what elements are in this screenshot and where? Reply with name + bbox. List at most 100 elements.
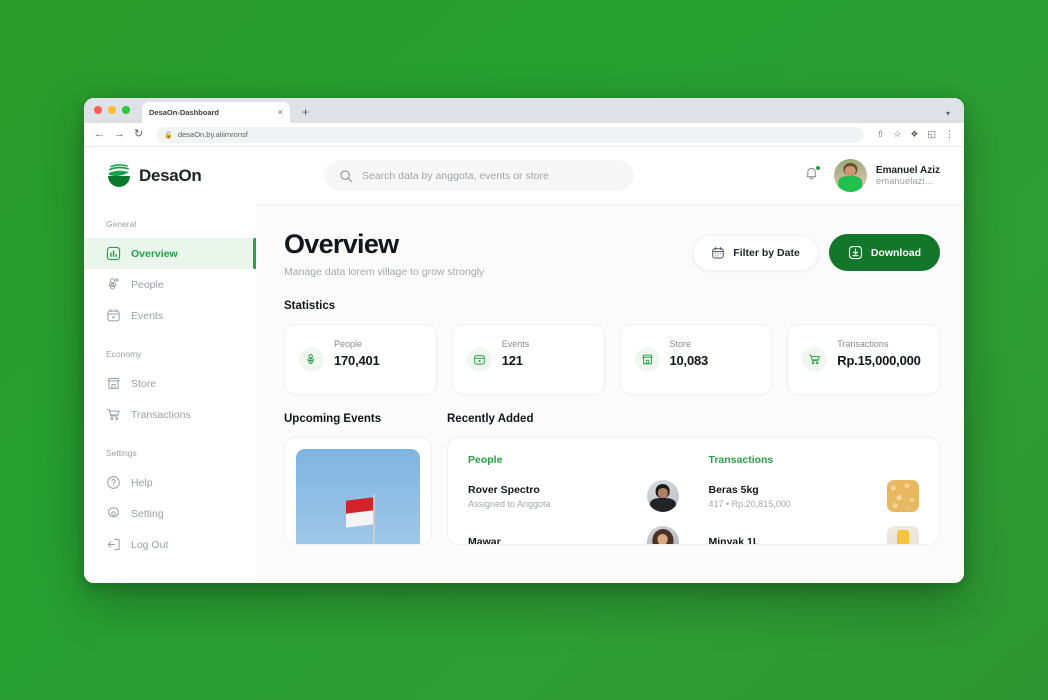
event-image <box>296 449 420 544</box>
browser-toolbar: ← → ↻ 🔒 desaOn.by.aliimronsf ⇧ ☆ ❖ ◱ ⋮ <box>84 123 964 147</box>
browser-menu-icon[interactable]: ⋮ <box>945 130 954 139</box>
window-traffic-lights <box>94 98 130 123</box>
filter-by-date-button[interactable]: Filter by Date <box>692 234 819 271</box>
close-window-button[interactable] <box>94 105 102 114</box>
maximize-window-button[interactable] <box>122 105 130 114</box>
search-input[interactable]: Search data by anggota, events or store <box>324 160 634 191</box>
main-content: Search data by anggota, events or store … <box>256 147 964 583</box>
people-icon <box>299 347 324 372</box>
recent-people-column: People Rover Spectro Assigned to Anggota <box>468 454 679 545</box>
sidebar-item-log-out[interactable]: Log Out <box>84 529 256 560</box>
tab-title: DesaOn-Dashboard <box>149 108 220 117</box>
forward-icon[interactable]: → <box>114 129 125 140</box>
filter-by-date-label: Filter by Date <box>733 246 800 259</box>
sidebar-item-people[interactable]: People <box>84 269 256 300</box>
store-icon <box>634 347 660 372</box>
lower-section: Upcoming Events Recently Added People Ro… <box>284 413 940 545</box>
avatar <box>646 526 679 544</box>
stat-text: Events 121 <box>502 339 530 368</box>
recent-transactions-heading: Transactions <box>708 454 774 466</box>
user-profile[interactable]: Emanuel Aziz emanuelazi… <box>833 159 940 192</box>
stat-card-transactions[interactable]: Transactions Rp.15,000,000 <box>787 324 940 395</box>
stat-card-events[interactable]: Events 121 <box>451 324 605 395</box>
sidebar-item-label: Help <box>131 476 153 489</box>
list-item-text: Beras 5kg 417 • Rp.20,815,000 <box>709 484 791 509</box>
flag-white-band <box>345 510 373 528</box>
stat-label: People <box>334 339 363 349</box>
sidebar-item-events[interactable]: Events <box>84 300 256 331</box>
sidebar-item-help[interactable]: Help <box>84 467 256 498</box>
stat-label: Events <box>501 339 530 349</box>
logout-icon <box>107 538 120 551</box>
list-item-text: Rover Spectro Assigned to Anggota <box>468 484 551 509</box>
browser-tab[interactable]: DesaOn-Dashboard × <box>142 102 290 123</box>
chart-icon <box>106 246 121 261</box>
brand-name: DesaOn <box>139 166 202 185</box>
page-title: Overview <box>284 229 399 259</box>
nav-group-label-economy: Economy <box>106 349 142 359</box>
sidebar-item-label: Transactions <box>131 408 191 421</box>
upcoming-event-card[interactable] <box>284 437 432 545</box>
gear-icon <box>107 507 120 518</box>
upcoming-events-column: Upcoming Events <box>284 413 432 545</box>
sidebar-item-setting[interactable]: Setting <box>84 498 256 529</box>
bookmark-star-icon[interactable]: ☆ <box>893 130 901 139</box>
share-icon[interactable]: ⇧ <box>877 130 885 139</box>
list-item-text: Minyak 1L <box>709 536 760 544</box>
nav-group-label-general: General <box>106 219 137 229</box>
side-panel-icon[interactable]: ◱ <box>927 130 936 139</box>
recently-added-heading: Recently Added <box>447 413 534 425</box>
browser-window: DesaOn-Dashboard × + ▾ ← → ↻ 🔒 desaOn.by… <box>84 98 964 583</box>
stat-text: Store 10,083 <box>670 339 709 368</box>
address-bar[interactable]: 🔒 desaOn.by.aliimronsf <box>156 126 864 143</box>
brand-logo[interactable]: DesaOn <box>84 163 256 215</box>
cart-icon <box>802 347 828 372</box>
sidebar-item-transactions[interactable]: Transactions <box>84 399 256 430</box>
list-item-sub: Assigned to Anggota <box>468 498 551 509</box>
list-item[interactable]: Rover Spectro Assigned to Anggota <box>468 480 679 512</box>
avatar <box>646 480 679 512</box>
user-info: Emanuel Aziz emanuelazi… <box>876 165 940 187</box>
stat-card-store[interactable]: Store 10,083 <box>619 324 773 395</box>
sidebar-item-label: Events <box>131 309 164 322</box>
reload-icon[interactable]: ↻ <box>134 129 143 140</box>
sidebar-item-label: People <box>131 278 164 291</box>
download-label: Download <box>870 246 921 259</box>
header-right: Emanuel Aziz emanuelazi… <box>803 159 940 192</box>
desaon-logo-icon <box>108 164 130 187</box>
list-item[interactable]: Mawar <box>468 526 679 545</box>
stat-label: Transactions <box>837 339 889 349</box>
search-placeholder: Search data by anggota, events or store <box>362 169 549 182</box>
flag-pole <box>372 494 375 544</box>
back-icon[interactable]: ← <box>94 129 105 140</box>
notification-button[interactable] <box>803 164 821 187</box>
list-item-title: Rover Spectro <box>468 483 540 496</box>
cart-icon <box>106 408 120 421</box>
list-item[interactable]: Beras 5kg 417 • Rp.20,815,000 <box>709 480 919 512</box>
user-name: Emanuel Aziz <box>875 164 940 176</box>
extensions-icon[interactable]: ❖ <box>910 130 918 139</box>
browser-tab-strip: DesaOn-Dashboard × + ▾ <box>84 98 964 123</box>
close-tab-icon[interactable]: × <box>278 108 283 117</box>
lock-icon: 🔒 <box>164 131 173 139</box>
product-thumbnail <box>887 480 919 512</box>
page-actions: Filter by Date Download <box>692 229 940 271</box>
stat-value: 121 <box>501 353 523 368</box>
sidebar-item-store[interactable]: Store <box>84 368 256 399</box>
statistics-cards: People 170,401 Events 121 Store 10,083 T… <box>284 324 940 395</box>
avatar <box>833 159 867 192</box>
product-thumbnail <box>887 526 919 544</box>
new-tab-button[interactable]: + <box>302 105 309 123</box>
download-button[interactable]: Download <box>828 234 940 271</box>
minimize-window-button[interactable] <box>108 105 116 114</box>
chevron-down-icon[interactable]: ▾ <box>946 109 950 118</box>
stat-card-people[interactable]: People 170,401 <box>284 324 437 395</box>
calendar-icon <box>107 309 120 322</box>
nav-group-label-settings: Settings <box>106 448 137 458</box>
list-item-title: Mawar <box>468 536 501 545</box>
sidebar-item-overview[interactable]: Overview <box>84 238 256 269</box>
page-subtitle: Manage data lorem village to grow strong… <box>284 266 485 278</box>
list-item[interactable]: Minyak 1L <box>709 526 919 544</box>
